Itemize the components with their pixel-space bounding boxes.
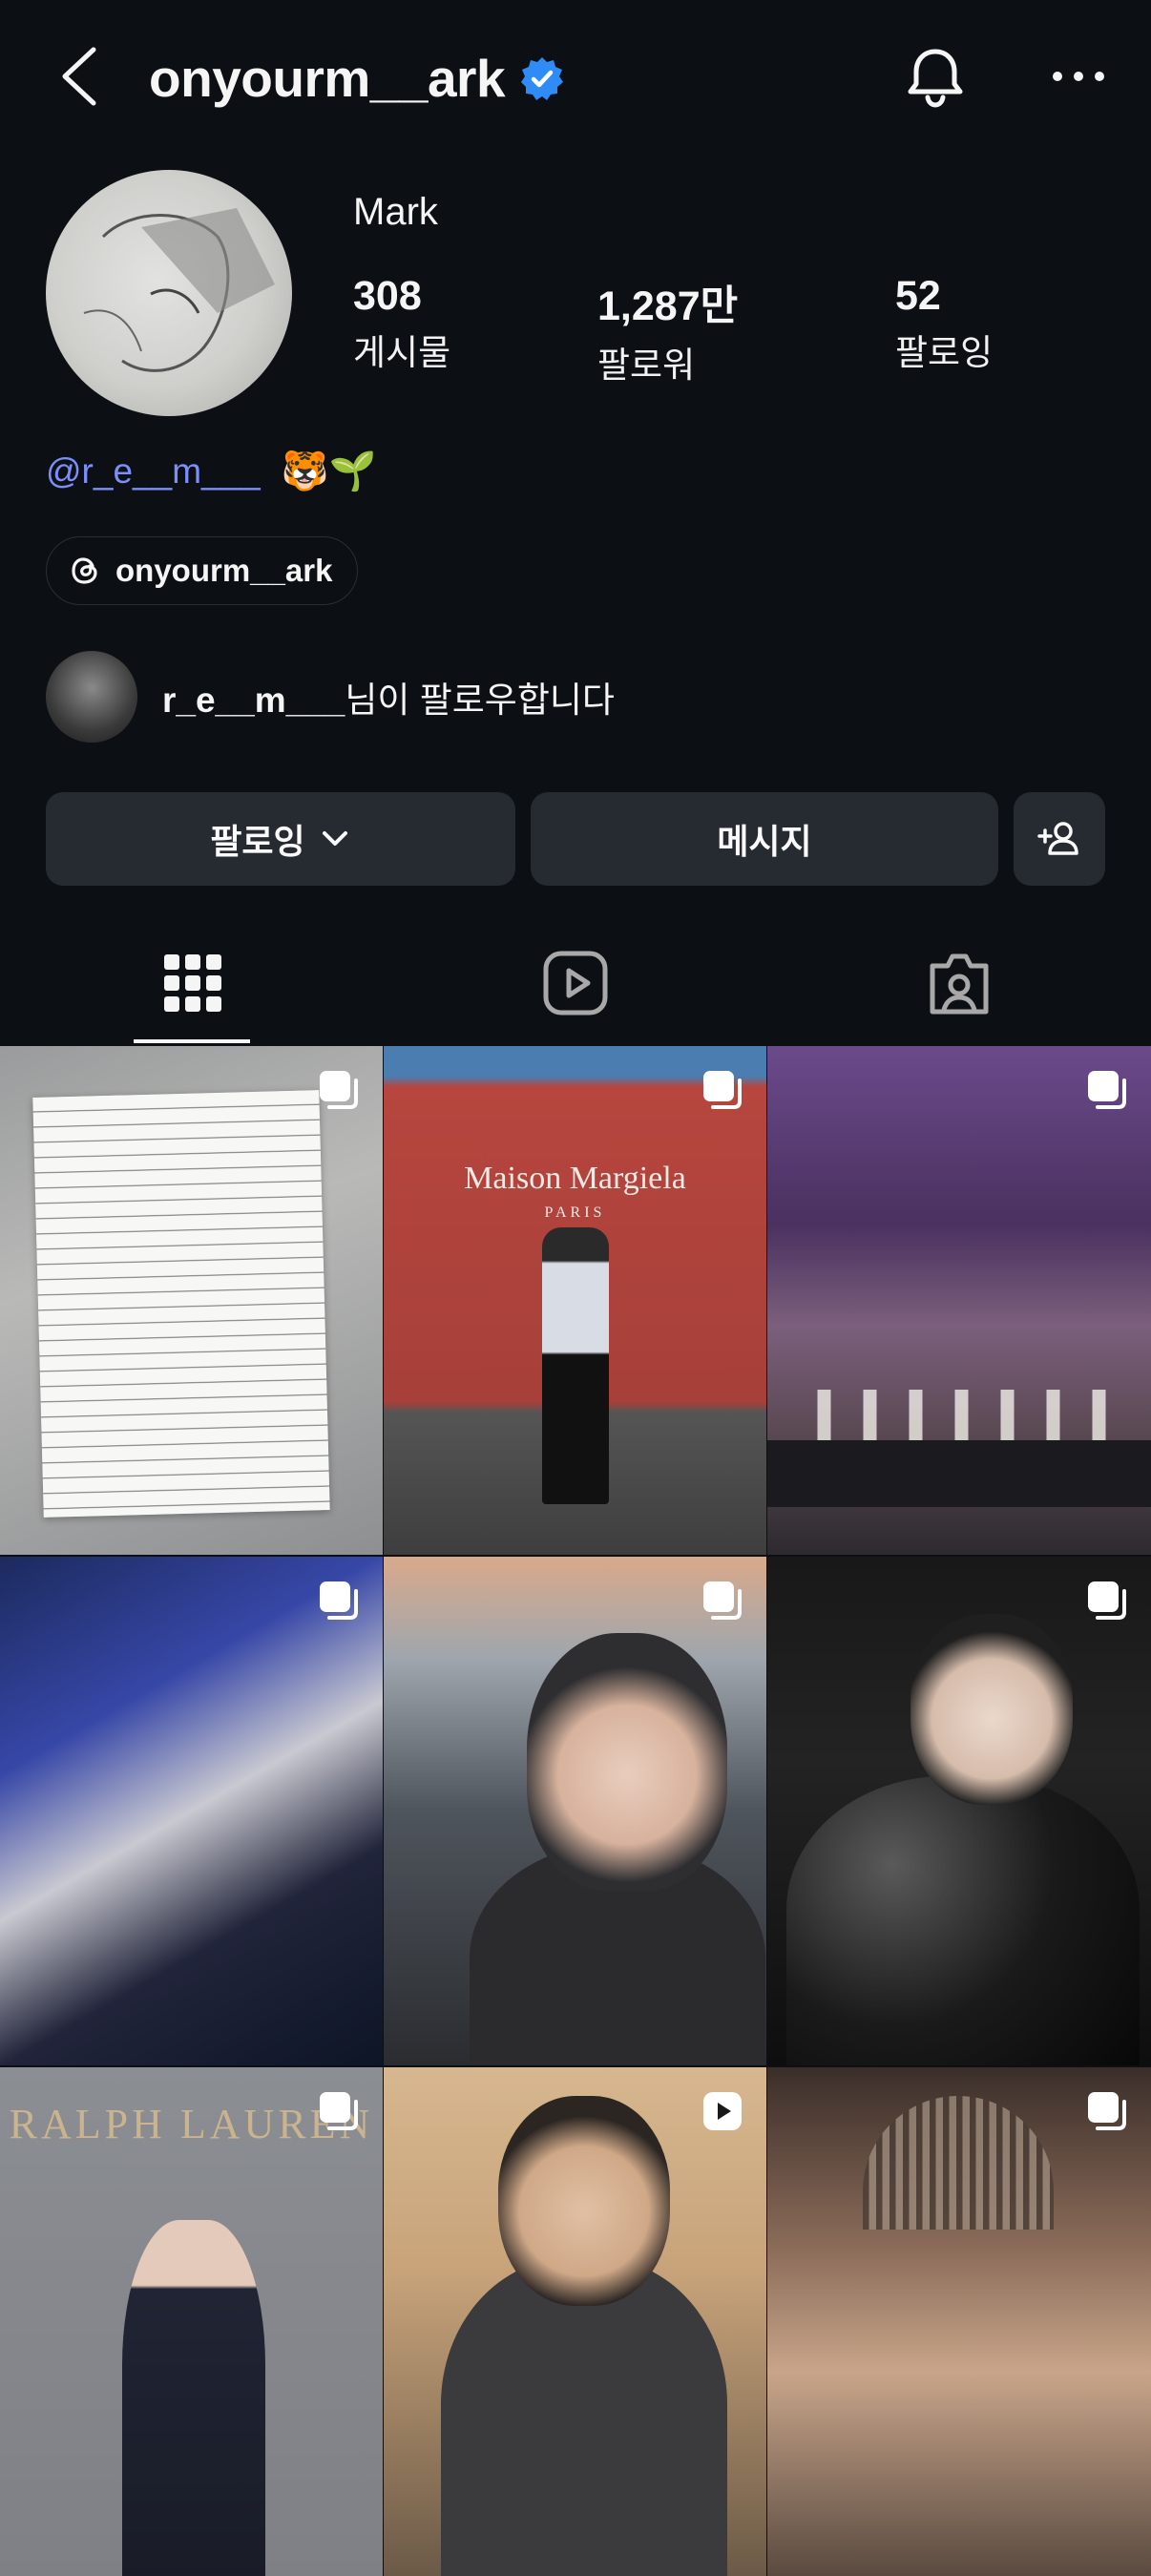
reel-icon	[703, 2092, 742, 2130]
suggested-users-button[interactable]	[1014, 792, 1105, 886]
post-thumbnail[interactable]: RALPH LAUREN	[0, 2067, 383, 2576]
avatar-sketch-image	[83, 208, 275, 372]
carousel-icon	[703, 1071, 742, 1109]
post-thumbnail[interactable]	[384, 1557, 766, 2065]
carousel-icon	[1088, 2092, 1126, 2130]
post-thumbnail[interactable]: Maison Margiela PARIS	[384, 1046, 766, 1555]
following-count[interactable]: 52 팔로잉	[895, 273, 993, 375]
stat-label: 게시물	[353, 333, 451, 372]
more-horizontal-icon	[1053, 72, 1104, 81]
tab-tagged[interactable]	[921, 945, 997, 1021]
gallery-arch-image	[863, 2096, 1054, 2230]
stage-image	[767, 1440, 1151, 1507]
stat-value: 52	[895, 273, 941, 319]
following-button[interactable]: 팔로잉	[46, 792, 515, 886]
post-thumbnail[interactable]	[767, 2067, 1151, 2576]
bell-icon	[908, 49, 963, 108]
face-image	[910, 1614, 1073, 1805]
posts-grid: Maison Margiela PARIS RALPH LAUREN	[0, 1046, 1151, 2576]
page-title: onyourm__ark	[149, 49, 506, 108]
followers-count[interactable]: 1,287만 팔로워	[597, 273, 738, 387]
leather-jacket-image	[786, 1776, 1140, 2065]
mutual-follower-suffix: 님이 팔로우합니다	[345, 681, 615, 720]
threads-icon	[72, 557, 97, 584]
handwritten-letter-image	[32, 1090, 330, 1518]
active-tab-indicator	[134, 1039, 250, 1043]
post-thumbnail[interactable]	[767, 1557, 1151, 2065]
message-button[interactable]: 메시지	[531, 792, 998, 886]
post-thumbnail[interactable]	[384, 2067, 766, 2576]
person-figure	[122, 2220, 265, 2576]
tagged-icon	[930, 953, 989, 1015]
threads-link-chip[interactable]: onyourm__ark	[46, 536, 359, 605]
bio-emoji: 🐯🌱	[281, 450, 377, 492]
stat-value: 1,287만	[597, 283, 739, 329]
more-options-button[interactable]	[1040, 38, 1117, 115]
profile-name: Mark	[353, 191, 438, 233]
chevron-down-icon	[322, 831, 347, 846]
post-thumbnail[interactable]	[0, 1046, 383, 1555]
profile-avatar[interactable]	[46, 170, 292, 416]
reels-icon	[543, 951, 608, 1016]
chevron-left-icon	[62, 47, 96, 106]
verified-badge-icon	[521, 57, 564, 100]
stat-label: 팔로워	[597, 346, 696, 385]
post-thumbnail[interactable]	[767, 1046, 1151, 1555]
mutual-followers-text: r_e__m___님이 팔로우합니다	[162, 671, 615, 723]
stat-value: 308	[353, 273, 422, 319]
mutual-followers[interactable]: r_e__m___님이 팔로우합니다	[46, 651, 615, 743]
person-figure	[542, 1227, 609, 1504]
carousel-icon	[320, 2092, 358, 2130]
notifications-button[interactable]	[897, 38, 973, 115]
carousel-icon	[320, 1581, 358, 1620]
grid-icon	[164, 954, 221, 1012]
username-header: onyourm__ark	[149, 40, 566, 116]
carousel-icon	[703, 1581, 742, 1620]
message-label: 메시지	[717, 822, 812, 861]
tab-posts-grid[interactable]	[155, 945, 231, 1021]
back-button[interactable]	[52, 38, 109, 115]
mutual-follower-avatar	[46, 651, 137, 743]
post-thumbnail[interactable]	[0, 1557, 383, 2065]
carousel-icon	[1088, 1581, 1126, 1620]
bio: @r_e__m___ 🐯🌱	[46, 449, 376, 493]
carousel-icon	[1088, 1071, 1126, 1109]
threads-handle: onyourm__ark	[115, 553, 333, 588]
following-label: 팔로잉	[210, 822, 305, 861]
stat-label: 팔로잉	[895, 333, 994, 372]
bio-mention-link[interactable]: @r_e__m___	[46, 451, 261, 492]
add-person-icon	[1037, 822, 1078, 855]
posts-count[interactable]: 308 게시물	[353, 273, 450, 375]
face-image	[498, 2096, 670, 2306]
post-overlay-text: Maison Margiela	[464, 1161, 686, 1196]
face-image	[527, 1633, 727, 1891]
mutual-follower-username: r_e__m___	[162, 681, 345, 720]
carousel-icon	[320, 1071, 358, 1109]
tab-reels[interactable]	[537, 945, 614, 1021]
post-overlay-subtext: PARIS	[544, 1204, 606, 1221]
